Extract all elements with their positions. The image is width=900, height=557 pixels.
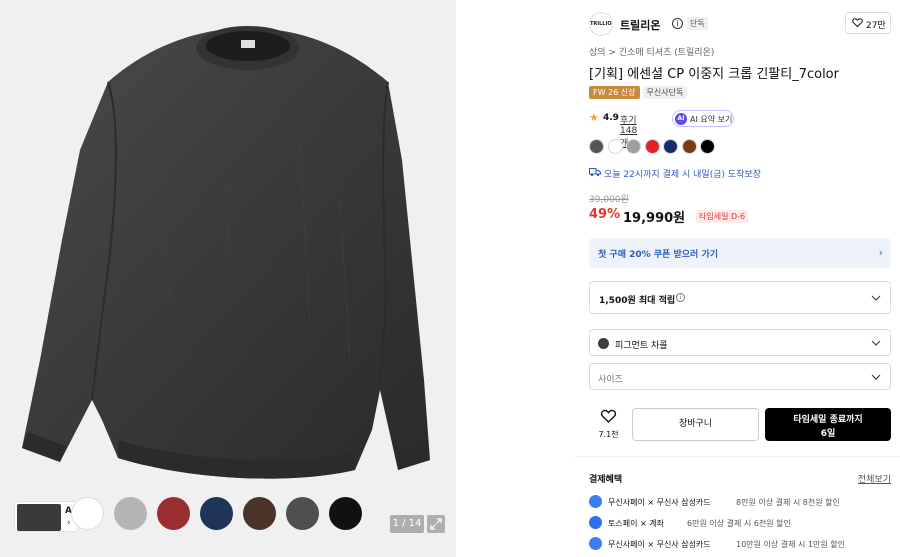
- chevron-right-icon: ›: [67, 518, 71, 528]
- color-option-swatch[interactable]: [700, 139, 715, 154]
- color-option-swatch[interactable]: [644, 139, 660, 154]
- wishlist-count: 7.1천: [598, 430, 619, 439]
- brand-like-button[interactable]: 27만: [845, 12, 891, 34]
- brand-logo[interactable]: TRILLION: [589, 12, 613, 36]
- final-price: 19,990원: [623, 211, 686, 226]
- info-icon[interactable]: i: [676, 293, 685, 302]
- chevron-down-icon: [871, 340, 881, 346]
- gallery-thumbnail[interactable]: [286, 497, 319, 530]
- brand-row: TRILLION 트릴리온 i 단독 27만: [589, 12, 891, 36]
- brand-like-count: 27만: [866, 21, 886, 31]
- payment-benefits-heading: 결제혜택: [589, 475, 623, 485]
- badge-row: FW 26 신상 무신사단독: [589, 86, 688, 99]
- benefit-desc: 10만원 이상 결제 시 1만원 할인: [736, 540, 845, 549]
- toss-pay-icon: [589, 516, 602, 529]
- color-option-swatch[interactable]: [589, 139, 604, 154]
- truck-icon: [589, 168, 601, 177]
- view-all-benefits-link[interactable]: 전체보기: [858, 472, 891, 485]
- brand-name[interactable]: 트릴리온: [620, 17, 660, 33]
- gallery-thumbnail[interactable]: [200, 497, 233, 530]
- benefit-desc: 8만원 이상 결제 시 8천원 할인: [736, 498, 840, 507]
- brand-exclusive-tag: 단독: [687, 17, 708, 30]
- gallery-thumbnail[interactable]: [114, 497, 147, 530]
- color-option-swatch[interactable]: [607, 139, 623, 154]
- chevron-right-icon: ›: [878, 246, 883, 259]
- coupon-label: 첫 구매 20% 쿠폰 받으러 가기: [598, 250, 719, 260]
- benefit-name: 무신사페이 × 무신사 삼성카드: [608, 540, 711, 549]
- gallery-thumbnail[interactable]: [157, 497, 190, 530]
- points-dropdown[interactable]: 1,500원 최대 적립 i: [589, 281, 891, 314]
- expand-icon[interactable]: [427, 515, 445, 533]
- ai-image-thumbnail[interactable]: AI ›: [14, 501, 78, 532]
- product-title: [기획] 에센셜 CP 이중지 크롭 긴팔티_7color: [589, 67, 839, 82]
- ai-thumbnail-image: [17, 504, 61, 531]
- discount-rate: 49%: [589, 207, 621, 222]
- first-purchase-coupon-button[interactable]: 첫 구매 20% 쿠폰 받으러 가기 ›: [589, 238, 891, 268]
- section-divider: [575, 456, 900, 457]
- ai-summary-button[interactable]: AI AI 요약 보기: [672, 110, 734, 127]
- breadcrumb[interactable]: 상의 > 긴소매 티셔츠 (트릴리온): [589, 45, 714, 58]
- chevron-down-icon: [871, 295, 881, 301]
- original-price: 39,000원: [589, 195, 629, 205]
- color-option-swatch[interactable]: [626, 139, 641, 154]
- star-icon: ★: [589, 111, 599, 124]
- size-select[interactable]: 사이즈: [589, 363, 891, 390]
- musinsa-pay-icon: [589, 495, 602, 508]
- benefit-name: 무신사페이 × 무신사 삼성카드: [608, 498, 711, 507]
- ai-badge-icon: AI: [675, 113, 687, 125]
- product-info-panel: TRILLION 트릴리온 i 단독 27만 상의 > 긴소매 티셔츠 (트릴리…: [575, 0, 900, 557]
- gallery-thumbnail[interactable]: [243, 497, 276, 530]
- heart-icon: [852, 18, 863, 28]
- info-icon[interactable]: i: [672, 18, 683, 29]
- image-counter: 1 / 14: [390, 515, 424, 533]
- musinsa-pay-icon: [589, 537, 602, 550]
- add-to-cart-button[interactable]: 장바구니: [632, 408, 759, 441]
- rating-score: 4.9: [603, 113, 619, 123]
- buy-button-line1: 타임세일 종료까지: [793, 415, 863, 425]
- color-swatch: [598, 338, 609, 349]
- points-label: 1,500원 최대 적립: [599, 296, 676, 306]
- exclusive-badge: 무신사단독: [642, 86, 688, 99]
- color-option-swatch[interactable]: [681, 139, 697, 154]
- delivery-text: 오늘 22시까지 결제 시 내일(금) 도착보장: [604, 170, 761, 180]
- heart-icon: [600, 409, 617, 423]
- wishlist-button[interactable]: 7.1천: [589, 408, 628, 441]
- new-season-badge: FW 26 신상: [589, 86, 640, 99]
- color-option-swatch[interactable]: [663, 139, 678, 154]
- color-select[interactable]: 피그먼트 차콜: [589, 329, 891, 356]
- product-main-image[interactable]: [0, 0, 456, 557]
- buy-button-line2: 6일: [820, 429, 836, 439]
- gallery-thumbnail[interactable]: [329, 497, 362, 530]
- benefit-desc: 6만원 이상 결제 시 6천원 할인: [687, 519, 791, 528]
- gallery-thumbnail[interactable]: [71, 497, 104, 530]
- color-select-value: 피그먼트 차콜: [615, 341, 668, 351]
- ai-summary-label: AI 요약 보기: [690, 115, 733, 124]
- product-gallery: AI › 1 / 14: [0, 0, 456, 557]
- timesale-badge: 타임세일 D-6: [696, 210, 749, 223]
- chevron-down-icon: [871, 374, 881, 380]
- size-select-placeholder: 사이즈: [598, 375, 623, 385]
- benefit-name: 토스페이 × 계좌: [608, 519, 664, 528]
- buy-now-button[interactable]: 타임세일 종료까지 6일: [765, 408, 891, 441]
